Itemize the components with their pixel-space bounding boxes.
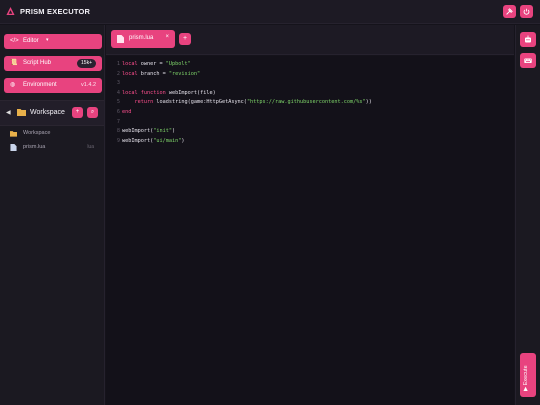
- folder-icon: [17, 109, 26, 116]
- search-files-button[interactable]: ⌕: [87, 107, 98, 118]
- code-line[interactable]: 5 return loadstring(game:HttpGetAsync("h…: [106, 98, 514, 107]
- code-line[interactable]: 8 webImport("init"): [106, 127, 514, 136]
- code-text: local branch = "revision": [122, 70, 200, 79]
- workspace-title: Workspace: [30, 109, 65, 116]
- line-number: 7: [116, 118, 120, 125]
- code-editor[interactable]: 1 local owner = "Upbolt" 2 local branch = "…: [106, 56, 514, 405]
- tab-bar: prism.lua × +: [106, 25, 514, 55]
- collapse-arrow-icon[interactable]: ◀: [6, 109, 11, 116]
- code-token: owner =: [140, 61, 166, 67]
- nav-script-hub-label: Script Hub: [23, 60, 52, 66]
- power-button[interactable]: [520, 5, 533, 18]
- code-string: "revision": [168, 70, 201, 77]
- code-keyword: local: [122, 89, 141, 96]
- execute-button[interactable]: ▶ Execute: [520, 353, 536, 397]
- tree-item-label: Workspace: [23, 130, 51, 136]
- line-number: 8: [116, 128, 120, 135]
- code-keyword: local: [122, 61, 141, 67]
- file-icon: [10, 144, 17, 151]
- line-number: 1: [116, 61, 120, 67]
- line-number: 5: [116, 99, 120, 106]
- code-line[interactable]: 7: [106, 118, 514, 127]
- code-token: webImport(: [122, 128, 154, 135]
- code-token: webImport(: [122, 137, 154, 144]
- nav-script-hub-button[interactable]: 📜 Script Hub 15k+: [4, 56, 102, 71]
- globe-icon: ◍: [10, 82, 16, 88]
- code-text: return loadstring(game:HttpGetAsync("htt…: [122, 98, 372, 107]
- code-keyword: local: [122, 70, 141, 77]
- line-number: 6: [116, 109, 120, 115]
- power-icon: [523, 8, 530, 15]
- nav-environment-label: Environment: [23, 82, 57, 88]
- code-keyword: function: [140, 89, 169, 96]
- code-token: )): [365, 99, 372, 106]
- code-token: loadstring(game:HttpGetAsync(: [156, 99, 247, 106]
- file-icon: [117, 35, 124, 43]
- code-keyword: end: [122, 109, 132, 115]
- code-text: webImport("ui/main"): [122, 137, 184, 146]
- code-line[interactable]: 6 end: [106, 108, 514, 117]
- add-file-button[interactable]: +: [72, 107, 83, 118]
- code-string: "Upbolt": [165, 61, 191, 67]
- right-toolbar: ▶ Execute: [515, 25, 540, 405]
- code-line[interactable]: 3: [106, 79, 514, 88]
- title-bar: PRISM EXECUTOR: [0, 0, 540, 24]
- code-string: "init": [153, 128, 172, 135]
- line-number: 3: [116, 80, 120, 87]
- chevron-down-icon: ▾: [46, 37, 49, 43]
- tree-item-workspace-folder[interactable]: Workspace: [10, 129, 100, 139]
- script-count-badge: 15k+: [77, 59, 96, 68]
- tree-item-prism-lua[interactable]: prism.lua lua: [10, 143, 100, 153]
- tab-prism-lua[interactable]: prism.lua ×: [111, 30, 175, 48]
- line-number: 2: [116, 70, 120, 77]
- keyboard-icon: [524, 58, 532, 63]
- version-label: v1.4.2: [81, 82, 96, 88]
- nav-environment-button[interactable]: ◍ Environment v1.4.2: [4, 78, 102, 93]
- workspace-header: ◀ Workspace + ⌕: [0, 100, 104, 126]
- file-type-label: lua: [87, 144, 94, 150]
- robot-icon: [525, 35, 531, 43]
- code-text: local function webImport(file): [122, 89, 216, 98]
- pin-icon: [506, 8, 513, 15]
- nav-editor-button[interactable]: </> Editor ▾: [4, 34, 102, 49]
- keyboard-button[interactable]: [520, 53, 536, 68]
- line-number: 4: [116, 89, 120, 96]
- code-line[interactable]: 1 local owner = "Upbolt": [106, 60, 514, 69]
- folder-icon: [10, 131, 17, 137]
- tree-item-label: prism.lua: [23, 144, 46, 150]
- execute-label: ▶ Execute: [523, 365, 529, 391]
- code-token: branch =: [140, 70, 169, 77]
- code-string: "ui/main": [153, 137, 182, 144]
- tab-label: prism.lua: [129, 35, 154, 41]
- code-keyword: return: [122, 99, 157, 106]
- line-number: 9: [116, 137, 120, 144]
- sidebar: </> Editor ▾ 📜 Script Hub 15k+ ◍ Environ…: [0, 25, 105, 405]
- code-icon: </>: [10, 38, 19, 44]
- code-string: "https://raw.githubusercontent.com/%s": [246, 99, 366, 106]
- prism-logo-icon: [6, 6, 15, 16]
- code-text: local owner = "Upbolt": [122, 60, 191, 69]
- robot-button[interactable]: [520, 32, 536, 47]
- code-token: ): [171, 128, 176, 135]
- code-line[interactable]: 9 webImport("ui/main"): [106, 137, 514, 146]
- app-title: PRISM EXECUTOR: [20, 7, 91, 16]
- nav-editor-label: Editor: [23, 38, 39, 44]
- code-token: ): [181, 137, 185, 144]
- code-token: webImport(file): [168, 89, 216, 96]
- code-text: end: [122, 108, 131, 117]
- code-line[interactable]: 4 local function webImport(file): [106, 89, 514, 98]
- code-text: webImport("init"): [122, 127, 175, 136]
- new-tab-button[interactable]: +: [179, 33, 191, 45]
- pin-button[interactable]: [503, 5, 516, 18]
- scroll-icon: 📜: [10, 60, 18, 66]
- close-icon[interactable]: ×: [165, 34, 169, 40]
- code-line[interactable]: 2 local branch = "revision": [106, 70, 514, 79]
